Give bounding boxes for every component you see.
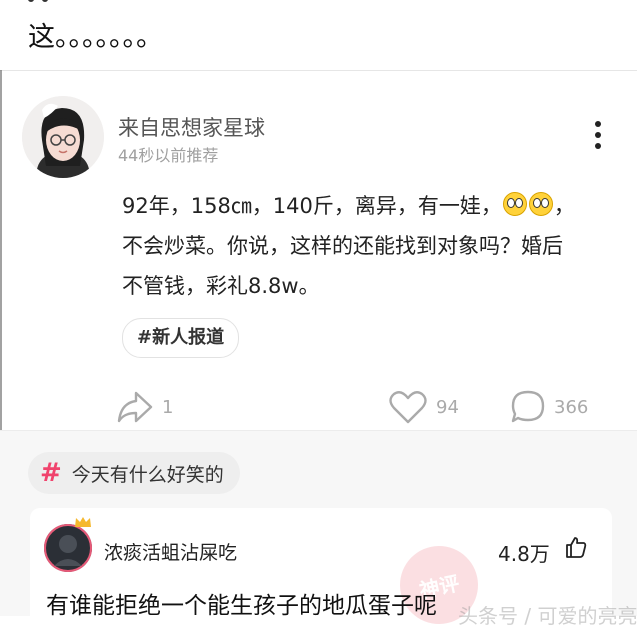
post-line-2: 不会炒菜。你说，这样的还能找到对象吗？婚后 — [122, 234, 563, 258]
commenter-name[interactable]: 浓痰活蛆沾屎吃 — [104, 538, 237, 565]
pleading-face-emoji-icon — [528, 192, 553, 216]
left-edge-line — [0, 70, 2, 430]
topic-tag[interactable]: #新人报道 — [122, 318, 240, 358]
share-count: 1 — [162, 396, 174, 418]
topic-pill-label: 今天有什么好笑的 — [71, 463, 224, 486]
thumbs-up-icon[interactable] — [564, 535, 588, 559]
more-options-icon[interactable] — [588, 118, 608, 154]
comment-button[interactable]: 366 — [510, 386, 588, 428]
previous-post-caption: 这。。。。。。。 — [28, 22, 163, 53]
comment-count: 366 — [554, 396, 589, 418]
author-name[interactable]: 来自思想家星球 — [118, 112, 265, 142]
post-line-1: 92年，158㎝，140斤，离异，有一娃， — [122, 194, 502, 218]
share-icon — [117, 391, 153, 423]
post-line-1-suffix: ， — [553, 194, 575, 218]
post-body: 92年，158㎝，140斤，离异，有一娃， ， 不会炒菜。你说，这样的还能找到对象… — [122, 186, 592, 306]
post-line-3: 不管钱，彩礼8.8w。 — [122, 274, 320, 298]
author-avatar[interactable] — [22, 96, 104, 178]
comment-like-count: 4.8万 — [498, 542, 550, 566]
pleading-face-emoji-icon — [502, 192, 527, 216]
share-button[interactable]: 1 — [116, 386, 173, 428]
like-count: 94 — [436, 396, 459, 418]
comment-bubble-icon — [511, 390, 545, 423]
commenter-avatar[interactable] — [44, 524, 92, 572]
previous-post-fragment — [0, 0, 60, 6]
like-button[interactable]: 94 — [388, 386, 459, 428]
crown-icon — [75, 517, 91, 527]
heart-icon — [389, 391, 427, 424]
hashtag-icon: # — [40, 458, 62, 488]
topic-pill[interactable]: # 今天有什么好笑的 — [28, 452, 240, 494]
post-timestamp: 44秒以前推荐 — [118, 146, 219, 165]
feed-divider — [0, 70, 637, 71]
